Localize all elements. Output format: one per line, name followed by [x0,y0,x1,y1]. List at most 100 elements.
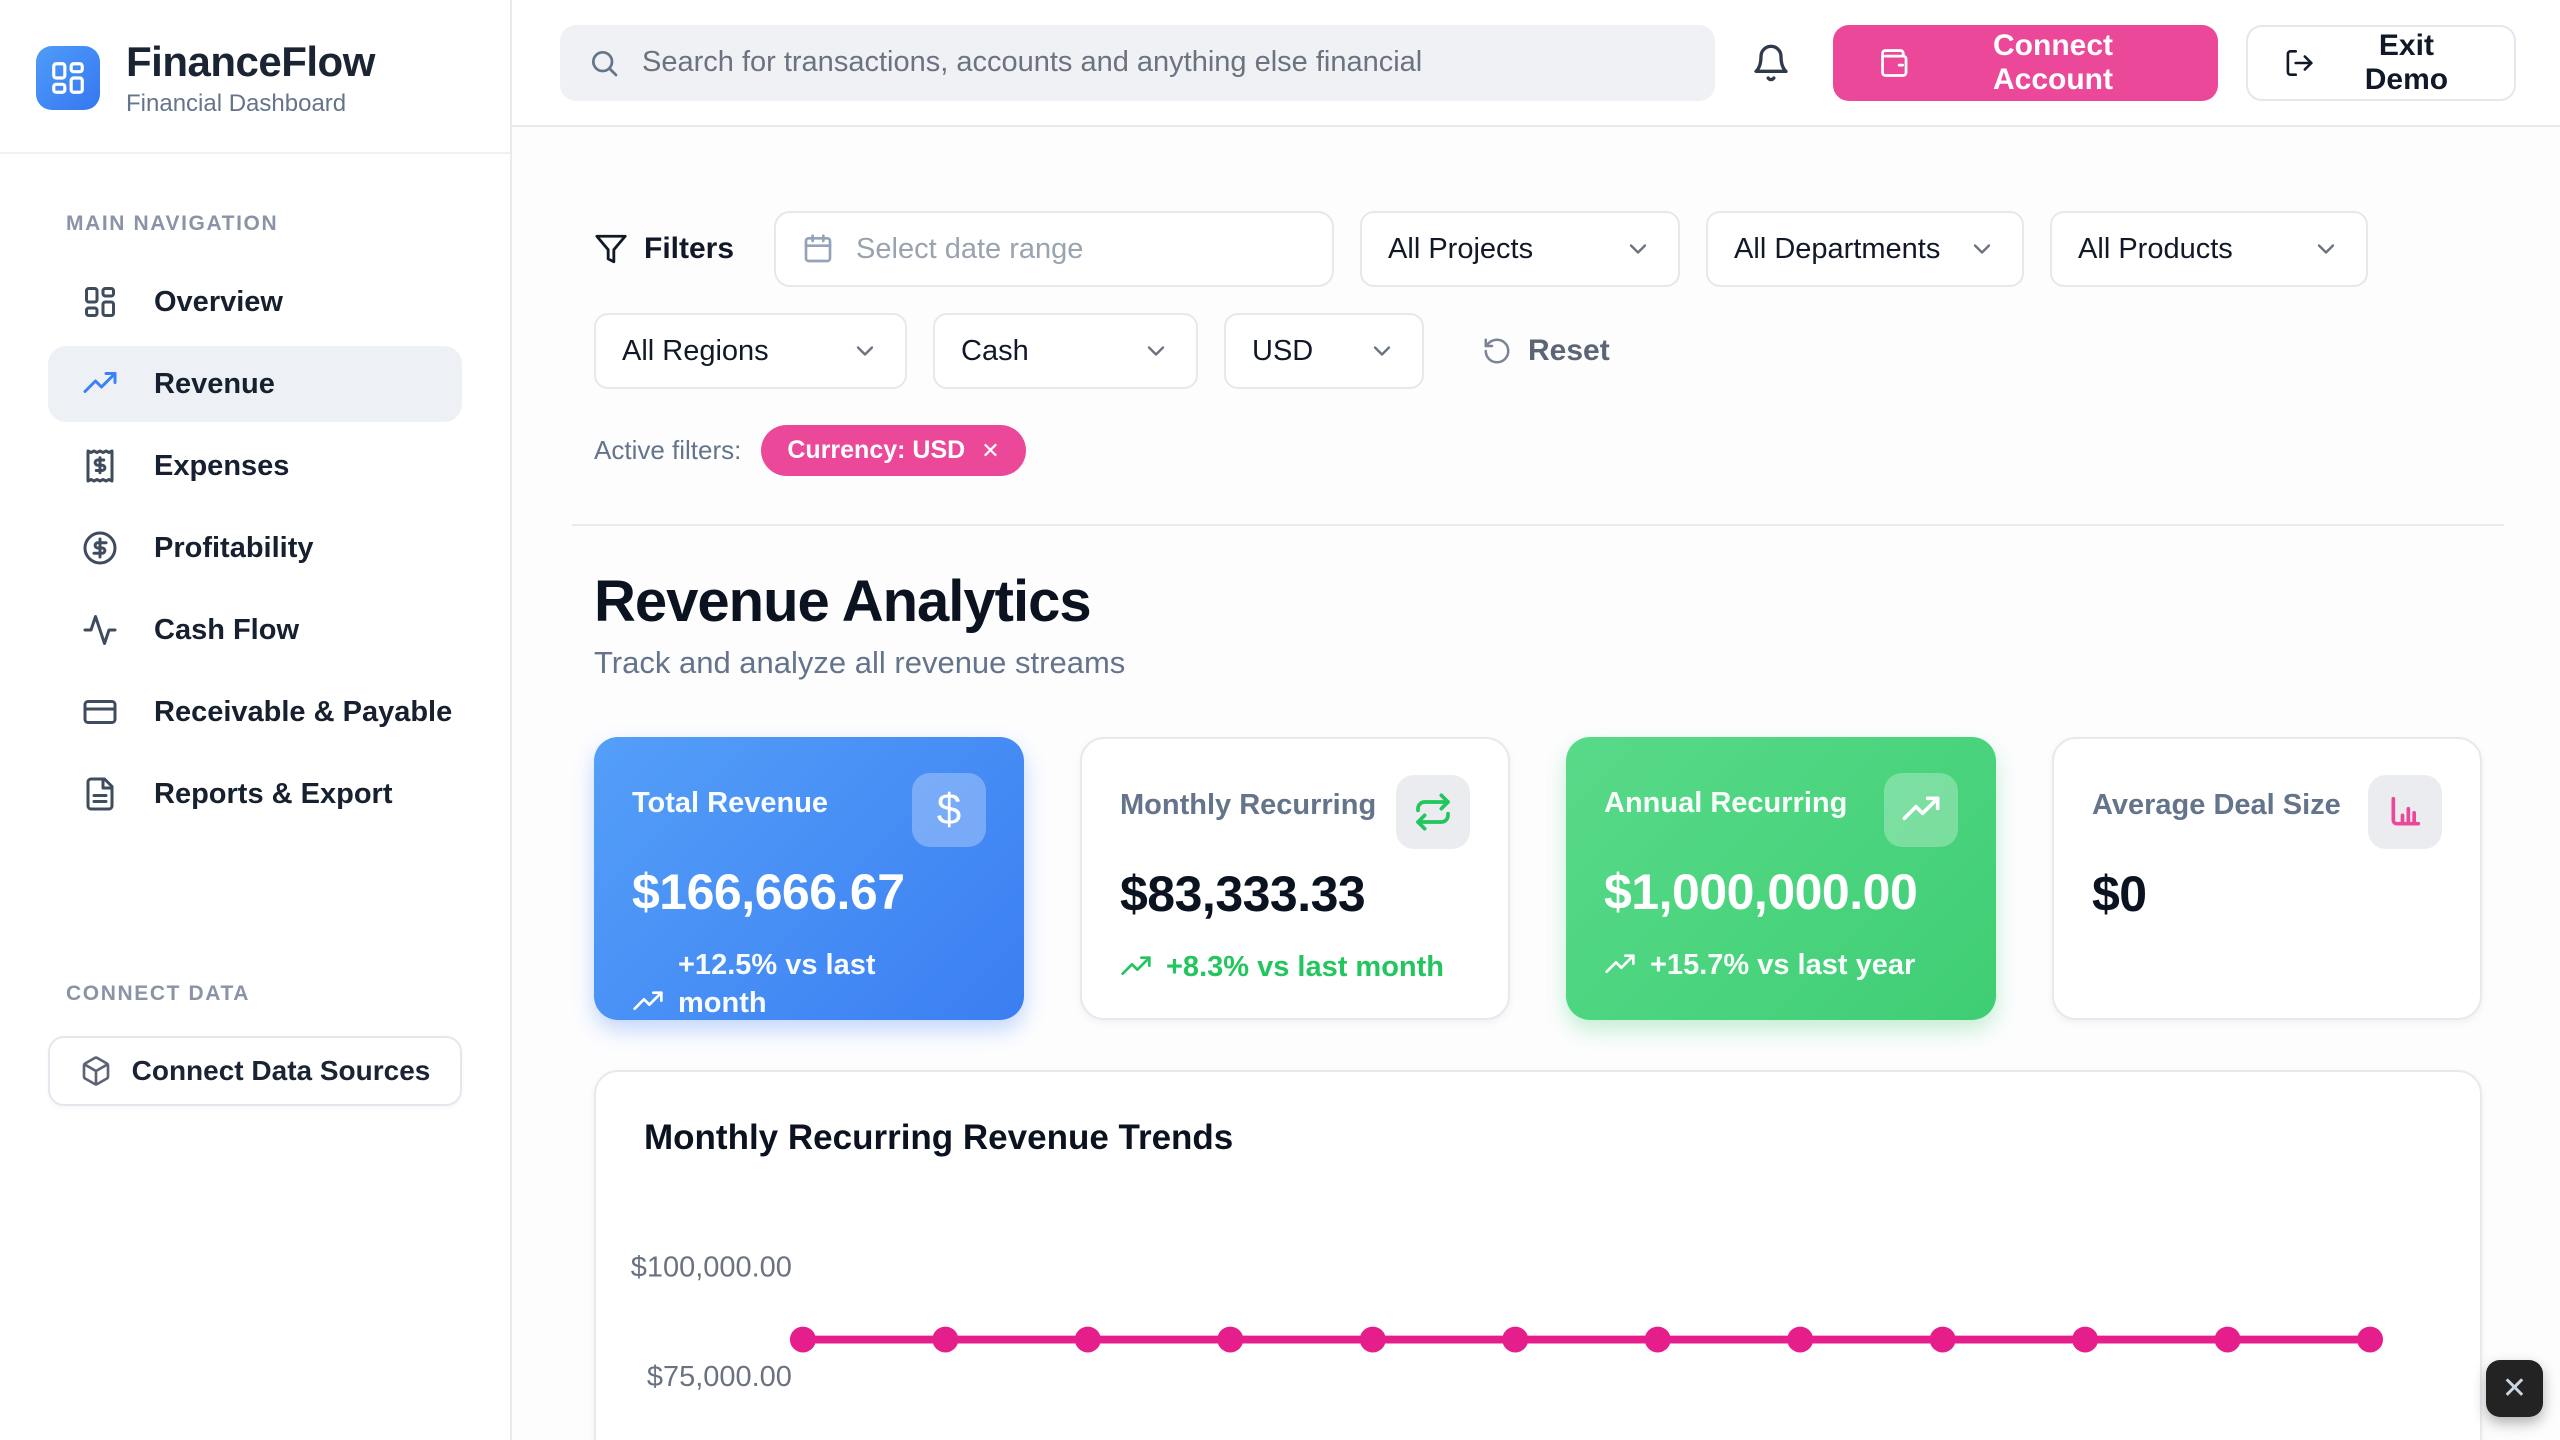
svg-text:$100,000.00: $100,000.00 [631,1252,792,1284]
trending-up-icon [82,366,118,402]
search-icon [588,47,620,79]
active-filters-label: Active filters: [594,435,741,466]
trending-up-icon [1604,949,1636,981]
sidebar-item-label: Expenses [154,450,289,483]
top-bar: Connect Account Exit Demo [512,0,2560,127]
exit-demo-button[interactable]: Exit Demo [2246,25,2516,101]
trending-up-icon [632,986,664,1018]
notifications-button[interactable] [1751,43,1791,83]
repeat-icon [1396,775,1470,849]
stat-delta-text: +12.5% vs last month [678,947,962,1022]
chip-remove-icon[interactable]: ✕ [981,438,999,464]
chevron-down-icon [1142,337,1170,365]
dollar-circle-icon [82,530,118,566]
stat-card-annual-recurring: Annual Recurring $1,000,000.00 +15.7% vs… [1566,737,1996,1020]
projects-filter-value: All Projects [1388,233,1533,266]
regions-filter-value: All Regions [622,335,769,368]
sidebar-item-profitability[interactable]: Profitability [48,510,462,586]
connect-data-sources-label: Connect Data Sources [132,1055,431,1087]
connect-account-button[interactable]: Connect Account [1833,25,2218,101]
credit-card-icon [82,694,118,730]
sidebar: FinanceFlow Financial Dashboard MAIN NAV… [0,0,512,1440]
stat-cards-row: Total Revenue $ $166,666.67 +12.5% vs la… [594,737,2482,1020]
departments-filter-select[interactable]: All Departments [1706,211,2024,287]
rotate-ccw-icon [1482,336,1512,366]
active-filters-row: Active filters: Currency: USD ✕ [594,425,2482,476]
activity-icon [82,612,118,648]
sidebar-item-revenue[interactable]: Revenue [48,346,462,422]
main-content: Filters Select date range All Projects A… [512,127,2560,1440]
svg-text:$75,000.00: $75,000.00 [647,1361,792,1393]
connect-data-heading: CONNECT DATA [66,982,510,1006]
date-range-placeholder: Select date range [856,233,1083,266]
chevron-down-icon [1624,235,1652,263]
chevron-down-icon [2312,235,2340,263]
sidebar-item-reports-export[interactable]: Reports & Export [48,756,462,832]
stat-card-monthly-recurring: Monthly Recurring $83,333.33 +8.3% vs la… [1080,737,1510,1020]
active-filter-chip-currency[interactable]: Currency: USD ✕ [761,425,1025,476]
sidebar-item-expenses[interactable]: Expenses [48,428,462,504]
filters-heading: Filters [594,232,734,266]
connect-data-sources-button[interactable]: Connect Data Sources [48,1036,462,1106]
filters-row-2: All Regions Cash USD Reset [594,313,2482,389]
sidebar-item-label: Reports & Export [154,778,392,811]
trending-up-icon [1120,951,1152,983]
stat-value: $83,333.33 [1120,865,1470,923]
cash-basis-filter-select[interactable]: Cash [933,313,1198,389]
app-subtitle: Financial Dashboard [126,90,375,118]
bell-icon [1751,43,1791,83]
page-subtitle: Track and analyze all revenue streams [594,645,2482,681]
stat-label: Average Deal Size [2092,775,2341,822]
search-input[interactable] [642,46,1687,79]
receipt-icon [82,448,118,484]
dashboard-grid-icon [82,284,118,320]
global-search[interactable] [560,25,1715,101]
sidebar-item-receivable-payable[interactable]: Receivable & Payable [48,674,462,750]
funnel-icon [594,232,628,266]
regions-filter-select[interactable]: All Regions [594,313,907,389]
products-filter-select[interactable]: All Products [2050,211,2368,287]
stat-delta-text: +15.7% vs last year [1650,947,1915,985]
app-logo [36,46,100,110]
page-title: Revenue Analytics [594,568,2482,635]
stat-value: $166,666.67 [632,863,986,921]
currency-filter-value: USD [1252,335,1313,368]
projects-filter-select[interactable]: All Projects [1360,211,1680,287]
reset-filters-label: Reset [1528,334,1610,368]
filters-label: Filters [644,232,734,266]
overlay-close-button[interactable]: ✕ [2486,1360,2543,1417]
mrr-line-chart: $100,000.00$75,000.00$50,000.00 [596,1072,2480,1440]
chevron-down-icon [851,337,879,365]
wallet-icon [1877,46,1910,80]
cash-basis-filter-value: Cash [961,335,1029,368]
filters-row-1: Filters Select date range All Projects A… [594,211,2482,287]
sidebar-item-cash-flow[interactable]: Cash Flow [48,592,462,668]
stat-label: Annual Recurring [1604,773,1847,820]
reset-filters-button[interactable]: Reset [1482,334,1610,368]
log-out-icon [2284,47,2315,79]
section-divider [572,524,2504,526]
file-text-icon [82,776,118,812]
sidebar-item-overview[interactable]: Overview [48,264,462,340]
connect-account-label: Connect Account [1932,29,2173,97]
sidebar-item-label: Receivable & Payable [154,696,452,729]
sidebar-item-label: Revenue [154,368,275,401]
departments-filter-value: All Departments [1734,233,1940,266]
stat-label: Monthly Recurring [1120,775,1376,822]
sidebar-item-label: Profitability [154,532,314,565]
exit-demo-label: Exit Demo [2335,29,2478,97]
calendar-icon [802,233,834,265]
bar-chart-icon [2368,775,2442,849]
products-filter-value: All Products [2078,233,2233,266]
stat-delta: +15.7% vs last year [1604,947,1934,985]
stat-delta: +12.5% vs last month [632,947,962,1022]
date-range-input[interactable]: Select date range [774,211,1334,287]
main-navigation-heading: MAIN NAVIGATION [66,212,510,236]
stat-value: $0 [2092,865,2442,923]
currency-filter-select[interactable]: USD [1224,313,1424,389]
chevron-down-icon [1968,235,1996,263]
stat-label: Total Revenue [632,773,828,820]
sidebar-item-label: Overview [154,286,283,319]
stat-card-average-deal-size: Average Deal Size $0 [2052,737,2482,1020]
stat-card-total-revenue: Total Revenue $ $166,666.67 +12.5% vs la… [594,737,1024,1020]
